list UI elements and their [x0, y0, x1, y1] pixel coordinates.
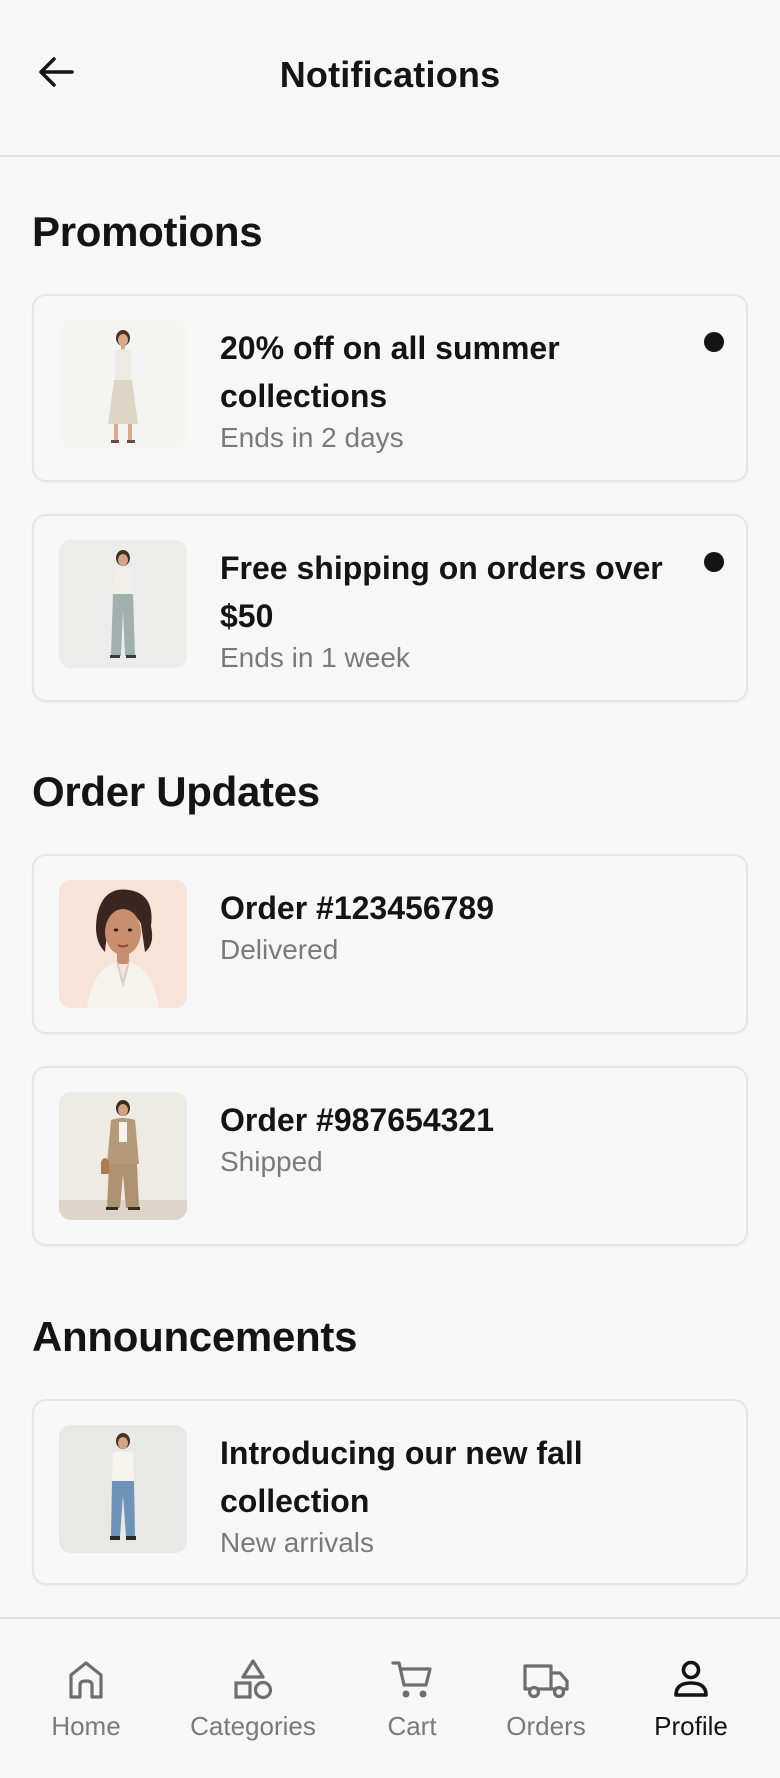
tab-label: Categories	[190, 1711, 316, 1741]
product-thumbnail	[59, 540, 187, 668]
notification-card[interactable]: Free shipping on orders over $50 Ends in…	[32, 514, 748, 702]
notification-title: Introducing our new fall collection	[220, 1435, 583, 1519]
tab-profile[interactable]: Profile	[648, 1657, 734, 1742]
notification-subtitle: Ends in 2 days	[220, 422, 404, 453]
notification-card[interactable]: Order #123456789 Delivered	[32, 854, 748, 1034]
notification-subtitle: New arrivals	[220, 1527, 375, 1558]
tab-label: Cart	[387, 1711, 437, 1741]
product-thumbnail	[59, 320, 187, 448]
tab-cart[interactable]: Cart	[376, 1657, 448, 1742]
top-app-bar: Notifications	[0, 0, 780, 157]
notification-title: 20% off on all summer collections	[220, 330, 560, 414]
tab-categories[interactable]: Categories	[188, 1657, 318, 1742]
unread-dot	[704, 552, 724, 572]
order-number: Order #123456789	[220, 890, 494, 926]
announcement-thumbnail	[59, 1425, 187, 1553]
order-number: Order #987654321	[220, 1102, 494, 1138]
notification-card[interactable]: Order #987654321 Shipped	[32, 1066, 748, 1246]
shapes-icon	[234, 1659, 273, 1700]
order-status: Delivered	[220, 934, 339, 965]
section-title-order-updates: Order Updates	[32, 768, 320, 815]
tab-label: Profile	[654, 1711, 728, 1741]
notification-title: Free shipping on orders over $50	[220, 550, 663, 634]
notification-card[interactable]: Introducing our new fall collection New …	[32, 1399, 748, 1585]
bottom-navigation: Home Categories Cart Orders Profile	[0, 1617, 780, 1778]
section-title-announcements: Announcements	[32, 1313, 358, 1360]
home-icon	[69, 1661, 103, 1699]
truck-icon	[523, 1664, 569, 1699]
order-thumbnail	[59, 1092, 187, 1220]
unread-dot	[704, 332, 724, 352]
tab-label: Home	[51, 1711, 121, 1741]
notification-subtitle: Ends in 1 week	[220, 642, 410, 673]
cart-icon	[391, 1661, 432, 1698]
section-title-promotions: Promotions	[32, 208, 263, 255]
notification-card[interactable]: 20% off on all summer collections Ends i…	[32, 294, 748, 482]
page-title: Notifications	[279, 54, 501, 95]
user-icon	[674, 1660, 708, 1697]
tab-orders[interactable]: Orders	[500, 1657, 592, 1742]
tab-label: Orders	[506, 1711, 586, 1741]
order-thumbnail	[59, 880, 187, 1008]
order-status: Shipped	[220, 1146, 323, 1177]
tab-home[interactable]: Home	[40, 1657, 132, 1742]
